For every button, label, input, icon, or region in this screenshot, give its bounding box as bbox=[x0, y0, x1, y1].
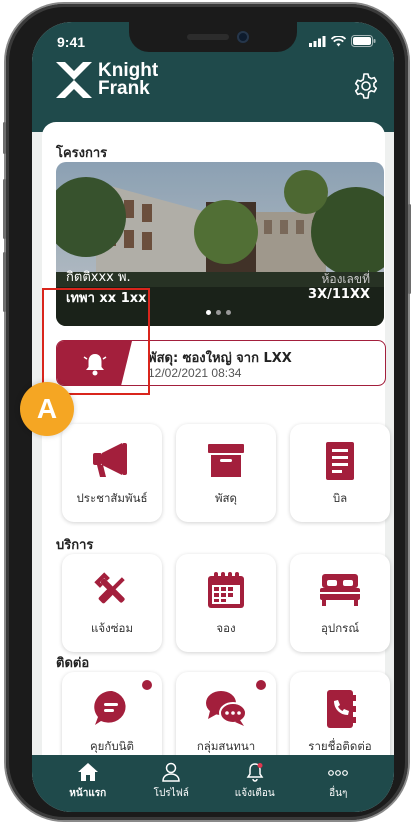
front-camera bbox=[237, 31, 249, 43]
tile-booking[interactable]: จอง bbox=[176, 554, 276, 652]
logo-mark-icon bbox=[56, 62, 92, 98]
carousel-dot[interactable] bbox=[226, 310, 231, 315]
carousel-dot[interactable] bbox=[206, 310, 211, 315]
tile-bill[interactable]: บิล bbox=[290, 424, 390, 522]
banner-room-number: 3X/11XX bbox=[308, 287, 370, 302]
banner-project-name: กิตติxxx พ. bbox=[66, 270, 131, 285]
calendar-icon bbox=[208, 572, 244, 608]
notification-title: พัสดุ: ซองใหญ่ จาก LXX bbox=[148, 351, 292, 366]
tile-equipment[interactable]: อุปกรณ์ bbox=[290, 554, 390, 652]
carousel-dot[interactable] bbox=[216, 310, 221, 315]
tile-label: อุปกรณ์ bbox=[320, 621, 359, 635]
home-icon bbox=[77, 763, 98, 781]
tile-label: บิล bbox=[332, 491, 348, 505]
section-title-services: บริการ bbox=[56, 538, 94, 553]
bill-receipt-icon bbox=[326, 442, 354, 480]
megaphone-icon bbox=[93, 443, 127, 477]
nav-label: อื่นๆ bbox=[329, 788, 348, 799]
status-time: 9:41 bbox=[57, 34, 86, 50]
carousel-dots bbox=[206, 310, 231, 315]
mute-switch bbox=[3, 122, 6, 154]
signal-icon bbox=[309, 35, 326, 47]
bottom-navigation: หน้าแรก โปรไฟล์ แจ้งเตือน อื่นๆ bbox=[32, 755, 394, 812]
nav-label: โปรไฟล์ bbox=[153, 788, 189, 799]
volume-up-button bbox=[3, 179, 6, 239]
more-dots-icon bbox=[328, 770, 349, 776]
tile-label: คุยกับนิติ bbox=[89, 739, 135, 753]
notification-time: 12/02/2021 08:34 bbox=[148, 366, 242, 380]
nav-label: แจ้งเตือน bbox=[234, 788, 275, 799]
nav-notifications[interactable]: แจ้งเตือน bbox=[213, 755, 297, 812]
screen: 9:41 Knight Frank โครงการ กิตติxxx พ. เท… bbox=[32, 22, 394, 812]
notch bbox=[129, 22, 297, 52]
package-box-icon bbox=[208, 444, 244, 477]
speaker bbox=[187, 34, 229, 40]
tile-label: ประชาสัมพันธ์ bbox=[76, 491, 148, 505]
tile-repair[interactable]: แจ้งซ่อม bbox=[62, 554, 162, 652]
status-icons bbox=[309, 35, 376, 47]
nav-profile[interactable]: โปรไฟล์ bbox=[130, 755, 214, 812]
tile-label: กลุ่มสนทนา bbox=[196, 739, 256, 753]
bed-icon bbox=[320, 574, 360, 606]
annotation-highlight-box bbox=[42, 288, 150, 395]
section-title-contact: ติดต่อ bbox=[56, 656, 90, 671]
tile-label: แจ้งซ่อม bbox=[90, 621, 134, 635]
section-title-project: โครงการ bbox=[56, 146, 108, 161]
knight-frank-logo: Knight Frank bbox=[56, 61, 158, 99]
chat-bubble-icon bbox=[94, 690, 126, 725]
nav-label: หน้าแรก bbox=[69, 788, 107, 799]
tile-label: พัสดุ bbox=[214, 491, 238, 505]
battery-icon bbox=[351, 35, 376, 47]
group-chat-bubbles-icon bbox=[206, 691, 247, 726]
settings-gear-icon[interactable] bbox=[352, 72, 380, 100]
tools-wrench-screwdriver-icon bbox=[94, 572, 125, 604]
tile-announcements[interactable]: ประชาสัมพันธ์ bbox=[62, 424, 162, 522]
brand-line-2: Frank bbox=[98, 78, 150, 99]
tile-parcel[interactable]: พัสดุ bbox=[176, 424, 276, 522]
volume-down-button bbox=[3, 252, 6, 312]
home-content: โครงการ กิตติxxx พ. เทพา xx 1xx ห้องเลขท… bbox=[42, 122, 390, 770]
tile-label: รายชื่อติดต่อ bbox=[308, 739, 372, 753]
tile-label: จอง bbox=[216, 621, 236, 635]
phone-book-icon bbox=[327, 690, 356, 728]
annotation-callout-badge: A bbox=[20, 382, 74, 436]
nav-more[interactable]: อื่นๆ bbox=[297, 755, 381, 812]
user-icon bbox=[162, 762, 181, 782]
bell-outline-icon bbox=[246, 763, 264, 782]
nav-home[interactable]: หน้าแรก bbox=[46, 755, 130, 812]
wifi-icon bbox=[331, 35, 346, 46]
